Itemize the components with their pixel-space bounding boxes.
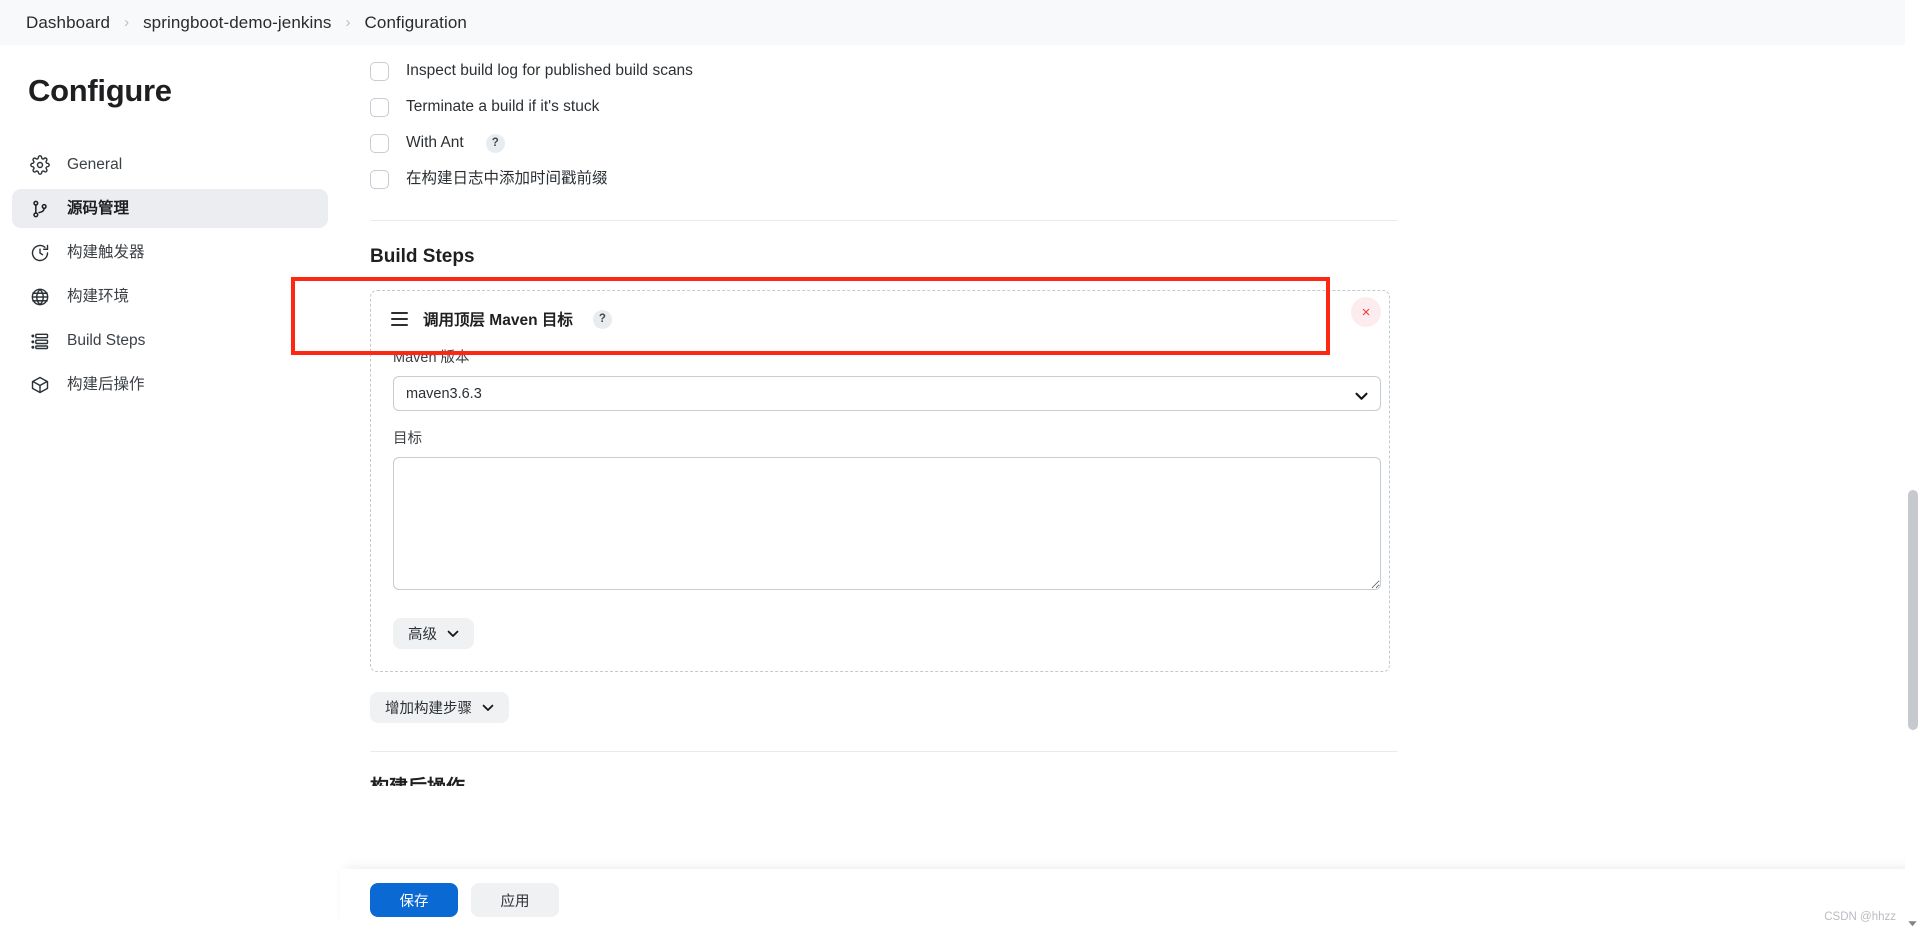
sidebar-item-source-control[interactable]: 源码管理: [12, 189, 328, 228]
section-divider: [370, 751, 1397, 752]
add-build-step-label: 增加构建步骤: [385, 701, 472, 717]
checkbox-icon[interactable]: [370, 133, 389, 153]
checkbox-label: 在构建日志中添加时间戳前缀: [406, 170, 608, 188]
page-title: Configure: [28, 73, 172, 108]
sidebar-item-build-environment[interactable]: 构建环境: [12, 277, 328, 316]
advanced-section: 高级: [371, 595, 1389, 649]
help-icon[interactable]: ?: [592, 309, 612, 329]
apply-button[interactable]: 应用: [471, 883, 559, 917]
goals-textarea[interactable]: [393, 457, 1381, 590]
checkbox-row-terminate-build[interactable]: Terminate a build if it's stuck: [340, 89, 1920, 125]
maven-version-label: Maven 版本: [393, 350, 470, 366]
maven-version-select[interactable]: maven3.6.3: [393, 376, 1381, 411]
checkbox-icon[interactable]: [370, 169, 389, 189]
sidebar-nav: General 源码管理 构建触发器 构建环境 Build Steps 构建后操…: [0, 145, 340, 404]
advanced-button-label: 高级: [408, 627, 437, 643]
checkbox-row-with-ant[interactable]: With Ant ?: [340, 125, 1920, 161]
list-icon: [30, 331, 50, 351]
maven-version-select-wrap: maven3.6.3: [393, 376, 1381, 411]
scroll-down-arrow-icon[interactable]: [1907, 916, 1918, 927]
main-content: Inspect build log for published build sc…: [340, 45, 1920, 931]
sidebar-item-label: 源码管理: [67, 199, 130, 217]
clock-icon: [30, 243, 50, 263]
git-branch-icon: [30, 199, 50, 219]
checkbox-row-inspect-build-log[interactable]: Inspect build log for published build sc…: [340, 53, 1920, 89]
chevron-down-icon: [482, 700, 494, 716]
sidebar-item-build-steps[interactable]: Build Steps: [12, 321, 328, 360]
checkbox-label: With Ant: [406, 134, 464, 152]
drag-handle-icon[interactable]: [391, 312, 408, 326]
gear-icon: [30, 154, 50, 175]
breadcrumb: Dashboard › springboot-demo-jenkins › Co…: [0, 0, 1920, 45]
form-action-bar: 保存 应用: [340, 869, 1920, 931]
breadcrumb-item-configuration[interactable]: Configuration: [353, 11, 479, 35]
goals-label: 目标: [393, 431, 422, 447]
breadcrumb-separator-icon: ›: [124, 14, 130, 31]
checkbox-icon[interactable]: [370, 61, 389, 81]
help-icon[interactable]: ?: [485, 133, 505, 153]
sidebar-item-label: 构建触发器: [67, 243, 145, 261]
sidebar-item-label: General: [67, 155, 123, 173]
sidebar: Configure General 源码管理 构建触发器 构建环境 Build …: [0, 45, 340, 931]
maven-version-field: Maven 版本 maven3.6.3: [371, 330, 1389, 411]
build-step-title: 调用顶层 Maven 目标: [423, 312, 573, 329]
checkbox-label: Inspect build log for published build sc…: [406, 62, 693, 80]
chevron-down-icon: [447, 626, 459, 642]
breadcrumb-item-dashboard[interactable]: Dashboard: [14, 11, 122, 35]
sidebar-item-general[interactable]: General: [12, 145, 328, 184]
checkbox-group: Inspect build log for published build sc…: [340, 45, 1920, 197]
section-divider: [370, 220, 1397, 221]
checkbox-row-timestamp-prefix[interactable]: 在构建日志中添加时间戳前缀: [340, 161, 1920, 197]
sidebar-item-label: 构建后操作: [67, 375, 145, 393]
page-scrollbar[interactable]: [1905, 0, 1920, 931]
build-step-header: 调用顶层 Maven 目标 ? ×: [371, 291, 1389, 330]
sidebar-item-post-build-actions[interactable]: 构建后操作: [12, 365, 328, 404]
delete-build-step-button[interactable]: ×: [1351, 297, 1381, 327]
goals-field: 目标: [371, 411, 1389, 595]
checkbox-label: Terminate a build if it's stuck: [406, 98, 600, 116]
scrollbar-thumb[interactable]: [1908, 490, 1918, 730]
page-root: Dashboard › springboot-demo-jenkins › Co…: [0, 0, 1920, 931]
watermark: CSDN @hhzz: [1824, 911, 1896, 923]
sidebar-item-label: 构建环境: [67, 287, 130, 305]
breadcrumb-separator-icon: ›: [345, 14, 351, 31]
sidebar-item-build-triggers[interactable]: 构建触发器: [12, 233, 328, 272]
build-step-card-maven: 调用顶层 Maven 目标 ? × Maven 版本 maven3.6.3 目标…: [370, 290, 1390, 672]
package-icon: [30, 375, 50, 395]
sidebar-item-label: Build Steps: [67, 331, 146, 349]
breadcrumb-item-job[interactable]: springboot-demo-jenkins: [131, 11, 343, 35]
checkbox-icon[interactable]: [370, 97, 389, 117]
post-build-actions-heading: 构建后操作: [370, 772, 1920, 786]
add-build-step-section: 增加构建步骤: [370, 692, 1920, 723]
advanced-toggle-button[interactable]: 高级: [393, 618, 474, 649]
build-steps-heading: Build Steps: [370, 246, 475, 267]
globe-icon: [30, 287, 50, 307]
save-button[interactable]: 保存: [370, 883, 458, 917]
add-build-step-button[interactable]: 增加构建步骤: [370, 692, 509, 723]
